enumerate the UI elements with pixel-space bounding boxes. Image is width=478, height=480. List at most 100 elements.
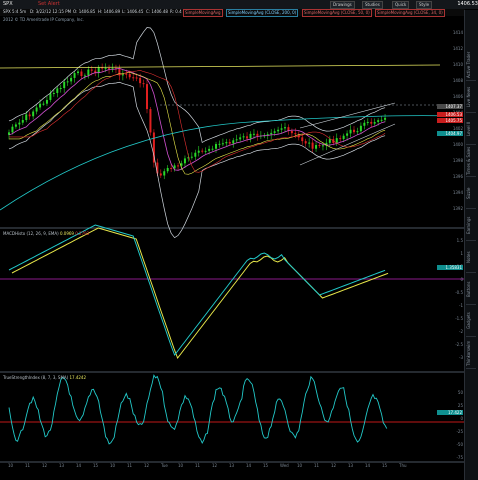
candle-body <box>70 77 73 82</box>
candle-body <box>277 129 280 132</box>
macd-axis-label: -3 <box>459 355 463 360</box>
side-tab[interactable]: Level II <box>466 114 476 145</box>
macd-value-tag: 1.35831 <box>437 265 463 270</box>
time-axis-label: 10 <box>8 463 14 468</box>
candle-body <box>83 75 86 77</box>
price-axis-label: 1406 <box>452 94 463 99</box>
time-axis-label: 11 <box>314 463 320 468</box>
macd-signal-line <box>11 227 389 360</box>
tsi-axis-label: 50 <box>457 390 463 395</box>
candle-body <box>346 133 349 136</box>
tsi-title-label: TrueStrengthIndex (8, 7, 3, SMA) <box>3 375 69 380</box>
side-tab[interactable]: Buttons <box>466 274 476 305</box>
candle-body <box>194 152 197 157</box>
price-axis-label: 1414 <box>452 30 463 35</box>
price-tag: 1405.75 <box>437 118 463 123</box>
candle-body <box>353 129 355 133</box>
candle-body <box>294 133 297 135</box>
macd-line <box>8 224 386 357</box>
side-tab[interactable]: Sizzle <box>466 178 476 209</box>
bollinger-upper <box>8 27 386 144</box>
candle-body <box>149 109 152 133</box>
price-axis-label: 1394 <box>452 190 463 195</box>
sma-line-slow <box>9 69 386 173</box>
candle-body <box>11 126 14 133</box>
tsi-value-tag: 17.422 <box>437 410 463 415</box>
candle-body <box>218 143 221 145</box>
candle-body <box>49 93 52 100</box>
candle-body <box>366 121 369 123</box>
candle-body <box>359 125 362 132</box>
macd-avg-value: 0.2793 <box>75 231 90 236</box>
tsi-axis-label: 25 <box>457 403 463 408</box>
sma-line <box>8 67 386 171</box>
price-axis-label: 1398 <box>452 158 463 163</box>
candle-body <box>59 88 62 90</box>
tsi-line <box>8 374 388 445</box>
candle-body <box>252 133 255 135</box>
side-tab[interactable]: Notes <box>466 242 476 273</box>
resistance-line <box>0 64 441 69</box>
candle-body <box>249 133 252 139</box>
candle-body <box>315 145 318 149</box>
time-axis-label: 12 <box>212 463 218 468</box>
macd-title: MACDHisto (12, 26, 9, EMA) 0.0969 0.2793 <box>3 231 89 236</box>
price-axis-label: 1410 <box>452 62 463 67</box>
candle-body <box>304 141 307 144</box>
candle-body <box>311 142 314 149</box>
candle-body <box>235 139 238 141</box>
tsi-title: TrueStrengthIndex (8, 7, 3, SMA) 17.4242 <box>3 375 86 380</box>
side-panel-tabs: Active Trader Live News Level II Times & Sa… <box>464 10 478 480</box>
candle-body <box>328 139 331 143</box>
chart-canvas[interactable] <box>0 0 465 480</box>
side-tab[interactable]: Active Trader <box>466 50 476 81</box>
time-axis-label: 10 <box>178 463 184 468</box>
candle-body <box>321 145 324 147</box>
side-tab[interactable]: Live News <box>466 82 476 113</box>
price-tag: 1404.97 <box>437 131 463 136</box>
candle-body <box>163 171 166 176</box>
macd-axis-label: 0 <box>460 277 463 282</box>
macd-axis-label: -1 <box>459 303 463 308</box>
macd-value: 0.0969 <box>59 231 74 236</box>
candle-body <box>208 148 211 151</box>
time-axis-label: Tue <box>161 463 168 468</box>
trendline-upper <box>299 102 396 129</box>
time-axis-label: Thu <box>399 463 407 468</box>
side-tab[interactable]: Gadgets <box>466 306 476 337</box>
time-axis-label: 10 <box>297 463 303 468</box>
time-axis-label: 14 <box>76 463 82 468</box>
candle-body <box>363 122 366 126</box>
candle-body <box>139 77 142 84</box>
candle-body <box>380 119 383 121</box>
side-tab[interactable]: Earnings <box>466 210 476 241</box>
price-axis-label: 1396 <box>452 174 463 179</box>
time-axis-label: 13 <box>229 463 235 468</box>
price-axis-label: 1408 <box>452 78 463 83</box>
sma-200-line <box>0 115 456 211</box>
side-tab[interactable]: Times & Sales <box>466 146 476 177</box>
candle-body <box>242 136 245 138</box>
candle-body <box>335 138 338 143</box>
price-axis-label: 1412 <box>452 46 463 51</box>
candle-body <box>14 124 17 127</box>
candle-body <box>52 92 55 94</box>
time-axis-label: 15 <box>382 463 388 468</box>
candle-body <box>221 143 224 145</box>
macd-title-label: MACDHisto (12, 26, 9, EMA) <box>3 231 59 236</box>
time-axis-label: 15 <box>263 463 269 468</box>
candle-body <box>239 137 242 140</box>
candle-body <box>35 107 38 112</box>
macd-axis-label: -1.5 <box>455 316 463 321</box>
price-axis-label: 1400 <box>452 142 463 147</box>
price-tag: 1407.37 <box>437 104 463 109</box>
tsi-axis-label: 0 <box>460 416 463 421</box>
candle-body <box>108 68 111 70</box>
candle-body <box>201 150 204 152</box>
candle-body <box>125 73 128 75</box>
candle-body <box>349 129 352 134</box>
candle-body <box>21 120 24 123</box>
side-tab[interactable]: Thinkorswim <box>466 338 476 369</box>
candle-body <box>77 71 79 74</box>
candle-body <box>273 131 276 133</box>
